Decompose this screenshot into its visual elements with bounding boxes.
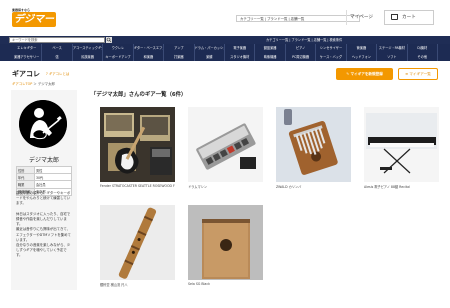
category-nav-item[interactable]: 打楽器: [164, 52, 195, 61]
mygear-list-button[interactable]: ≡ マイギア一覧: [398, 68, 438, 80]
gear-name[interactable]: Fender STRATOCASTER SEATTLE ROSEWOOD FIN…: [100, 184, 175, 188]
page-title: ギアコレ: [12, 70, 40, 78]
mygear-list-label: マイギア一覧: [409, 72, 431, 76]
search-button[interactable]: [106, 37, 112, 43]
about-gearcolle-link[interactable]: ? ギアコレとは: [46, 71, 69, 76]
gear-photo[interactable]: [100, 205, 175, 280]
category-nav-item[interactable]: エレキギター: [12, 44, 43, 53]
category-nav-item[interactable]: 民族楽器: [73, 52, 104, 61]
cajon-image: [188, 205, 263, 280]
category-nav-item[interactable]: スタジオ機材: [225, 52, 256, 61]
category-nav-item[interactable]: DJ機材: [408, 44, 438, 53]
gear-photo[interactable]: [100, 107, 175, 182]
category-nav-item[interactable]: 弦: [42, 52, 73, 61]
category-nav-item[interactable]: ヘッドフォン: [347, 52, 378, 61]
category-nav-item[interactable]: ソフト: [377, 52, 408, 61]
gear-name[interactable]: ドラムマシン: [188, 184, 263, 189]
profile-info-row: 年代 30代: [16, 173, 72, 182]
category-nav-item[interactable]: ギター・ベースエフェクター: [134, 44, 165, 53]
guitarist-avatar-icon: [19, 100, 67, 148]
profile-bio: 高校卒業の頃から、ギターやキーボードをやんわりと続けて練習しています。 休日はス…: [16, 191, 71, 258]
category-nav-item[interactable]: ドラム・パーカッション: [195, 44, 225, 53]
category-nav-item[interactable]: ピアノ: [286, 44, 317, 53]
avatar: [19, 100, 67, 148]
category-nav-item[interactable]: ウクレレ: [103, 44, 134, 53]
info-value: 30代: [34, 173, 72, 182]
gear-card[interactable]: Fender STRATOCASTER SEATTLE ROSEWOOD FIN…: [100, 107, 175, 188]
gear-photo[interactable]: [364, 107, 439, 182]
gear-name[interactable]: Sela SG Black: [188, 282, 263, 286]
register-gear-button[interactable]: ✎ マイギアを新規登録: [336, 68, 393, 80]
category-grid: エレキギターベースアコースティックギターウクレレギター・ベースエフェクターアンプ…: [12, 44, 438, 61]
category-nav-item[interactable]: ケース・バッグ: [316, 52, 347, 61]
category-nav-item[interactable]: アコースティックギター: [73, 44, 104, 53]
about-link-label: ギアコレとは: [48, 72, 70, 76]
gear-card[interactable]: Alesis 電子ピアノ 88鍵 Recital: [364, 107, 439, 189]
strip-links[interactable]: カテゴリー一覧 | ブランド一覧 | 店舗一覧 | 検索条件: [266, 37, 342, 43]
site-logo[interactable]: 楽器探すなら デジマート: [12, 8, 58, 40]
profile-info-row: 職業 会社員: [16, 180, 72, 189]
category-nav-item[interactable]: シンセサイザー: [316, 44, 347, 53]
logo-text: デジマート: [12, 12, 56, 40]
cart-label: カート: [402, 15, 416, 20]
digital-piano-image: [364, 107, 439, 182]
category-nav-item[interactable]: 管楽器: [347, 44, 378, 53]
info-key: 性別: [16, 165, 35, 175]
cart-icon: [391, 13, 398, 20]
header-links[interactable]: カテゴリー一覧 | ブランド一覧 | 店舗一覧: [236, 15, 360, 22]
info-value: 男性: [34, 165, 72, 175]
gear-name[interactable]: 銀鈴堂 横山流 尺八: [100, 282, 175, 287]
category-nav-item[interactable]: 楽譜: [195, 52, 225, 61]
category-nav-item[interactable]: ステージ・PA機材: [377, 44, 408, 53]
shakuhachi-image: [100, 205, 175, 280]
category-nav-item[interactable]: 電子楽器: [225, 44, 256, 53]
profile-name: デジマ太郎: [28, 157, 59, 164]
gear-card[interactable]: ZWALD カリンバ: [276, 107, 351, 189]
breadcrumb-home[interactable]: ギアコレTOP: [12, 82, 32, 86]
search-input[interactable]: キーワードを検索: [9, 37, 105, 43]
gear-photo[interactable]: [276, 107, 351, 182]
gear-list-title: 「デジマ太郎」さんのギア一覧（6件）: [91, 92, 187, 98]
profile-info-row: 性別 男性: [16, 165, 72, 175]
info-value: 会社員: [34, 180, 72, 189]
drum-machine-image: [188, 107, 263, 182]
gear-name[interactable]: ZWALD カリンバ: [276, 184, 351, 189]
kalimba-image: [276, 107, 351, 182]
category-nav-item[interactable]: PC周辺機器: [286, 52, 317, 61]
gear-name[interactable]: Alesis 電子ピアノ 88鍵 Recital: [364, 184, 439, 189]
breadcrumb-current: デジマ太郎: [37, 82, 55, 86]
search-icon: [106, 37, 112, 43]
category-nav-item[interactable]: 和楽器: [134, 52, 165, 61]
breadcrumb: ギアコレTOP ＞ デジマ太郎: [12, 81, 55, 86]
category-nav-item[interactable]: 鍵盤楽器: [255, 44, 286, 53]
category-nav-item[interactable]: アンプ: [164, 44, 195, 53]
category-nav-item[interactable]: キーボードアンプ: [103, 52, 134, 61]
category-nav-item[interactable]: 楽器アクセサリー: [12, 52, 43, 61]
gear-photo[interactable]: [188, 107, 263, 182]
gear-card[interactable]: Sela SG Black: [188, 205, 263, 286]
gear-card[interactable]: 銀鈴堂 横山流 尺八: [100, 205, 175, 287]
site-header: 楽器探すなら デジマート カテゴリー一覧 | ブランド一覧 | 店舗一覧 マイペ…: [0, 0, 450, 40]
category-nav-item[interactable]: 映像機器: [255, 52, 286, 61]
cart-button[interactable]: カート: [384, 10, 434, 25]
gear-card[interactable]: ドラムマシン: [188, 107, 263, 189]
info-key: 年代: [16, 173, 35, 182]
register-gear-label: マイギアを新規登録: [350, 72, 383, 76]
electric-guitar-image: [100, 107, 175, 182]
gear-photo[interactable]: [188, 205, 263, 280]
info-key: 職業: [16, 180, 35, 189]
mypage-link[interactable]: マイページ: [346, 10, 376, 25]
category-nav-item[interactable]: その他: [408, 52, 438, 61]
category-nav-item[interactable]: ベース: [42, 44, 73, 53]
